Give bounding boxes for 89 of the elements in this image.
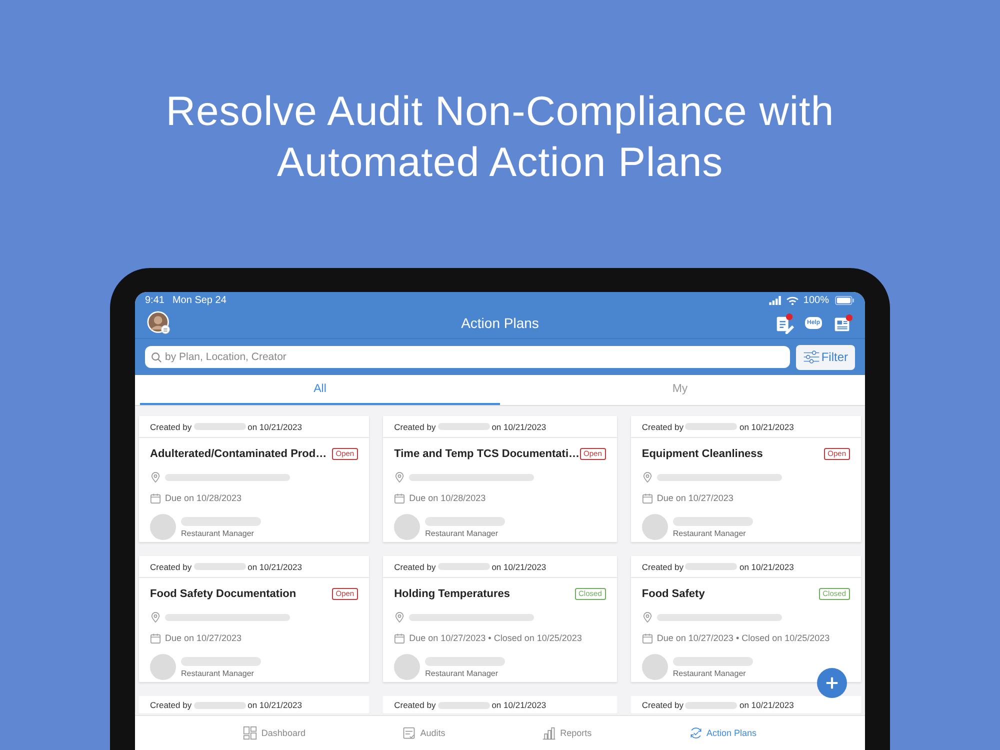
calendar-icon (150, 492, 161, 504)
redacted-bar (685, 563, 738, 570)
circular-arrows-check-icon (688, 726, 703, 740)
wifi-icon (786, 296, 800, 304)
created-date: on 10/21/2023 (492, 562, 546, 572)
bottom-nav-item[interactable]: Dashboard (237, 716, 312, 750)
newspaper-icon[interactable] (832, 312, 853, 334)
profile-avatar-icon[interactable] (147, 311, 171, 335)
due-date: Due on 10/28/2023 (409, 493, 486, 503)
sliders-icon (803, 350, 820, 364)
created-date: on 10/21/2023 (492, 422, 546, 432)
status-date: Mon Sep 24 (172, 294, 226, 306)
assignee-role: Restaurant Manager (672, 528, 747, 538)
plan-title: Equipment Cleanliness (642, 448, 763, 460)
avatar-placeholder (642, 514, 668, 540)
created-date: on 10/21/2023 (248, 562, 302, 572)
action-plan-card[interactable]: Created by on 10/21/2023 (383, 696, 617, 713)
plan-title: Holding Temperatures (394, 588, 510, 600)
assignee-role: Restaurant Manager (425, 668, 500, 678)
due-date: Due on 10/27/2023 • Closed on 10/25/2023 (656, 633, 830, 643)
location-pin-icon (150, 612, 161, 622)
created-date: on 10/21/2023 (739, 700, 794, 711)
plan-title: Food Safety Documentation (150, 588, 296, 600)
signal-icon (769, 296, 782, 304)
created-date: on 10/21/2023 (248, 422, 302, 432)
bottom-nav-item[interactable]: Action Plans (682, 716, 763, 750)
tab[interactable]: All (140, 375, 500, 405)
location-pin-icon (642, 472, 653, 482)
redacted-bar (685, 423, 738, 430)
created-by-label: Created by (150, 700, 192, 711)
plan-title: Food Safety (642, 588, 705, 600)
created-date: on 10/21/2023 (492, 700, 546, 711)
assignee-role: Restaurant Manager (181, 668, 255, 678)
assignee-role: Restaurant Manager (181, 528, 255, 538)
redacted-bar (438, 423, 490, 430)
avatar-placeholder (150, 654, 176, 680)
bottom-nav-item[interactable]: Audits (396, 716, 452, 750)
created-by-label: Created by (394, 700, 436, 711)
bar-chart-icon (542, 726, 556, 740)
status-time: 9:41 (145, 294, 164, 306)
assignee-role: Restaurant Manager (672, 668, 747, 678)
action-plan-card[interactable]: Created by on 10/21/2023 (139, 696, 370, 713)
search-field[interactable]: by Plan, Location, Creator (145, 346, 790, 368)
avatar-placeholder (150, 514, 176, 540)
created-by-label: Created by (642, 562, 684, 572)
avatar-placeholder (394, 514, 420, 540)
created-by-label: Created by (394, 562, 436, 572)
grid-icon (243, 726, 258, 740)
created-by-label: Created by (150, 422, 192, 432)
created-date: on 10/21/2023 (739, 562, 794, 572)
redacted-bar (194, 563, 246, 570)
location-pin-icon (642, 612, 653, 622)
created-by-label: Created by (394, 422, 436, 432)
avatar-placeholder (394, 654, 420, 680)
checklist-icon (402, 726, 416, 740)
battery-percent: 100% (803, 294, 829, 306)
redacted-bar (194, 423, 246, 430)
screen-title: Action Plans (460, 315, 540, 331)
location-pin-icon (394, 612, 406, 622)
calendar-icon (394, 492, 406, 504)
assignee-role: Restaurant Manager (425, 528, 500, 538)
calendar-icon (642, 492, 653, 504)
headline: Resolve Audit Non-Compliance with Automated Action Plans (166, 87, 834, 187)
filter-button[interactable]: Filter (796, 344, 855, 370)
due-date: Due on 10/27/2023 (656, 493, 734, 503)
avatar-placeholder (642, 654, 668, 680)
action-plan-card[interactable]: Created by on 10/21/2023 (630, 696, 861, 713)
battery-icon (835, 296, 855, 304)
due-date: Due on 10/27/2023 • Closed on 10/25/2023 (409, 633, 582, 643)
plan-title: Adulterated/Contaminated Prod… (150, 448, 327, 460)
created-date: on 10/21/2023 (739, 422, 794, 432)
calendar-icon (394, 632, 406, 644)
created-by-label: Created by (150, 562, 192, 572)
due-date: Due on 10/28/2023 (165, 493, 242, 503)
redacted-bar (685, 702, 738, 709)
add-button-icon[interactable] (817, 668, 847, 698)
created-date: on 10/21/2023 (248, 700, 302, 711)
redacted-bar (438, 563, 490, 570)
created-by-label: Created by (642, 422, 684, 432)
location-pin-icon (150, 472, 161, 482)
plan-title: Time and Temp TCS Documentati… (394, 448, 580, 460)
bottom-nav-item[interactable]: Reports (536, 716, 598, 750)
location-pin-icon (394, 472, 406, 482)
calendar-icon (642, 632, 653, 644)
due-date: Due on 10/27/2023 (165, 633, 242, 643)
redacted-bar (194, 702, 246, 709)
created-by-label: Created by (642, 700, 684, 711)
redacted-bar (438, 702, 490, 709)
calendar-icon (150, 632, 161, 644)
